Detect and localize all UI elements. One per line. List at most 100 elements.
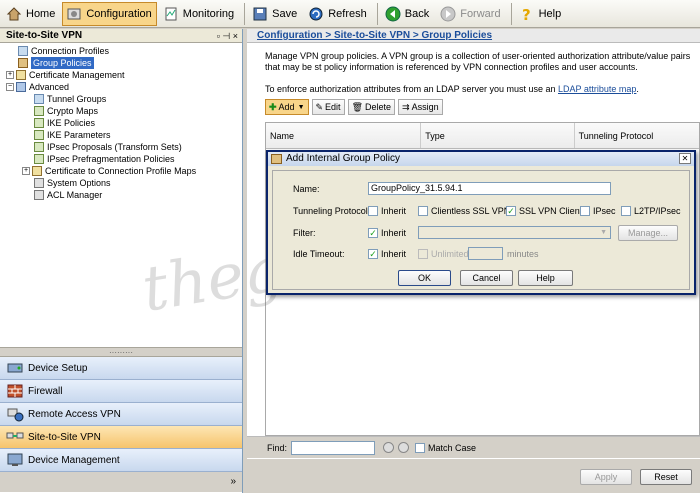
nav-firewall[interactable]: Firewall: [0, 380, 242, 403]
find-input[interactable]: [291, 440, 376, 455]
match-case-checkbox[interactable]: [415, 442, 426, 453]
save-label: Save: [272, 7, 298, 20]
tree-item-ike-policies[interactable]: IKE Policies: [34, 117, 95, 129]
check-icon: ✓: [368, 249, 378, 259]
l2tp-ipsec-checkbox[interactable]: L2TP/IPsec: [621, 205, 681, 217]
edit-button[interactable]: ✎ Edit: [311, 99, 345, 115]
monitoring-icon: [162, 5, 180, 23]
toolbar-divider: [244, 2, 246, 25]
help-button[interactable]: ? Help: [515, 2, 567, 26]
unlimited-checkbox[interactable]: Unlimited: [418, 248, 469, 260]
navigation-tree: Connection Profiles Group Policies + Cer…: [0, 43, 242, 348]
configuration-button[interactable]: Configuration: [62, 1, 157, 26]
dialog-help-button[interactable]: Help: [518, 270, 573, 286]
column-header-type[interactable]: Type: [421, 123, 575, 148]
ipsec-checkbox[interactable]: IPsec: [580, 205, 616, 217]
forward-button[interactable]: Forward: [436, 2, 505, 26]
tree-item-tunnel-groups[interactable]: Tunnel Groups: [34, 93, 106, 105]
save-icon: [251, 5, 269, 23]
plus-icon: ✚: [269, 101, 277, 112]
panel-controls[interactable]: ▫ ⊣ ×: [217, 29, 238, 43]
panel-title: Site-to-Site VPN ▫ ⊣ ×: [0, 29, 242, 43]
main-toolbar: Home Configuration Monitoring Save Refre…: [0, 0, 700, 28]
back-icon: [384, 5, 402, 23]
manage-button[interactable]: Manage...: [618, 225, 678, 241]
nav-footer: »: [0, 472, 242, 492]
bottom-bar: Apply Reset: [247, 459, 700, 493]
panel-splitter[interactable]: ·········: [0, 348, 242, 357]
add-button[interactable]: ✚ Add ▼: [265, 99, 309, 115]
find-label: Find:: [267, 442, 288, 453]
tree-item-certificate-management[interactable]: + Certificate Management: [6, 69, 125, 81]
tree-item-connection-profiles[interactable]: Connection Profiles: [18, 45, 109, 57]
crypto-map-icon: [34, 106, 44, 116]
chevron-down-icon[interactable]: »: [230, 476, 236, 487]
idle-timeout-label: Idle Timeout:: [293, 249, 345, 259]
tree-item-ipsec-prefragmentation[interactable]: IPsec Prefragmentation Policies: [34, 153, 175, 165]
profile-icon: [18, 46, 28, 56]
home-icon: [5, 5, 23, 23]
find-previous-icon[interactable]: [383, 442, 395, 453]
idle-inherit-checkbox[interactable]: ✓ Inherit: [368, 248, 406, 260]
reset-button[interactable]: Reset: [640, 469, 692, 485]
close-icon[interactable]: ✕: [679, 153, 691, 164]
tree-item-ike-parameters[interactable]: IKE Parameters: [34, 129, 111, 141]
save-button[interactable]: Save: [248, 2, 302, 26]
system-options-icon: [34, 178, 44, 188]
column-header-tunneling-protocol[interactable]: Tunneling Protocol: [575, 123, 699, 148]
nav-site-to-site-vpn[interactable]: Site-to-Site VPN: [0, 426, 242, 449]
idle-timeout-input[interactable]: [468, 247, 503, 260]
breadcrumb[interactable]: Configuration > Site-to-Site VPN > Group…: [247, 29, 700, 43]
group-policy-icon: [18, 58, 28, 68]
assign-button[interactable]: ⇉ Assign: [398, 99, 443, 115]
ipsec-prefragmentation-icon: [34, 154, 44, 164]
filter-select[interactable]: ▼: [418, 226, 611, 239]
tree-item-ipsec-proposals[interactable]: IPsec Proposals (Transform Sets): [34, 141, 182, 153]
minutes-label: minutes: [507, 249, 539, 259]
chevron-down-icon: ▼: [297, 103, 305, 111]
chevron-down-icon: ▼: [600, 229, 607, 236]
tree-item-certificate-maps[interactable]: + Certificate to Connection Profile Maps: [22, 165, 196, 177]
tree-item-acl-manager[interactable]: ACL Manager: [34, 189, 102, 201]
ike-policy-icon: [34, 118, 44, 128]
firewall-icon: [6, 382, 24, 400]
tunnel-group-icon: [34, 94, 44, 104]
expand-icon[interactable]: +: [22, 167, 30, 175]
tree-item-advanced[interactable]: − Advanced: [6, 81, 69, 93]
back-button[interactable]: Back: [381, 2, 434, 26]
edit-icon: ✎: [315, 101, 324, 112]
filter-inherit-checkbox[interactable]: ✓ Inherit: [368, 227, 406, 239]
nav-device-management[interactable]: Device Management: [0, 449, 242, 472]
monitoring-button[interactable]: Monitoring: [159, 2, 239, 26]
column-header-name[interactable]: Name: [266, 123, 422, 148]
home-button[interactable]: Home: [2, 2, 60, 26]
device-management-icon: [6, 451, 24, 469]
tree-item-system-options[interactable]: System Options: [34, 177, 111, 189]
check-icon: ✓: [368, 228, 378, 238]
apply-button[interactable]: Apply: [580, 469, 632, 485]
find-next-icon[interactable]: [398, 442, 410, 453]
clientless-ssl-vpn-checkbox[interactable]: Clientless SSL VPN: [418, 205, 510, 217]
name-label: Name:: [293, 184, 320, 194]
ssl-vpn-client-checkbox[interactable]: ✓ SSL VPN Client: [506, 205, 582, 217]
delete-button[interactable]: 🗑 Delete: [347, 99, 396, 115]
dialog-icon: [271, 154, 282, 164]
ike-parameters-icon: [34, 130, 44, 140]
nav-device-setup[interactable]: Device Setup: [0, 357, 242, 380]
ok-button[interactable]: OK: [398, 270, 451, 286]
inherit-protocol-checkbox[interactable]: Inherit: [368, 205, 406, 217]
expand-icon[interactable]: +: [6, 71, 14, 79]
nav-remote-access-vpn[interactable]: Remote Access VPN: [0, 403, 242, 426]
page-description: Manage VPN group policies. A VPN group i…: [265, 51, 691, 72]
assign-icon: ⇉: [402, 101, 410, 112]
tree-item-crypto-maps[interactable]: Crypto Maps: [34, 105, 98, 117]
match-case-label: Match Case: [428, 442, 477, 453]
name-input[interactable]: GroupPolicy_31.5.94.1: [368, 182, 611, 195]
refresh-button[interactable]: Refresh: [304, 2, 372, 26]
navigation-panel: Site-to-Site VPN ▫ ⊣ × Connection Profil…: [0, 29, 243, 493]
ldap-attribute-map-link[interactable]: LDAP attribute map: [558, 84, 636, 94]
tree-item-group-policies[interactable]: Group Policies: [18, 57, 94, 69]
refresh-label: Refresh: [328, 7, 367, 20]
cancel-button[interactable]: Cancel: [460, 270, 513, 286]
collapse-icon[interactable]: −: [6, 83, 14, 91]
